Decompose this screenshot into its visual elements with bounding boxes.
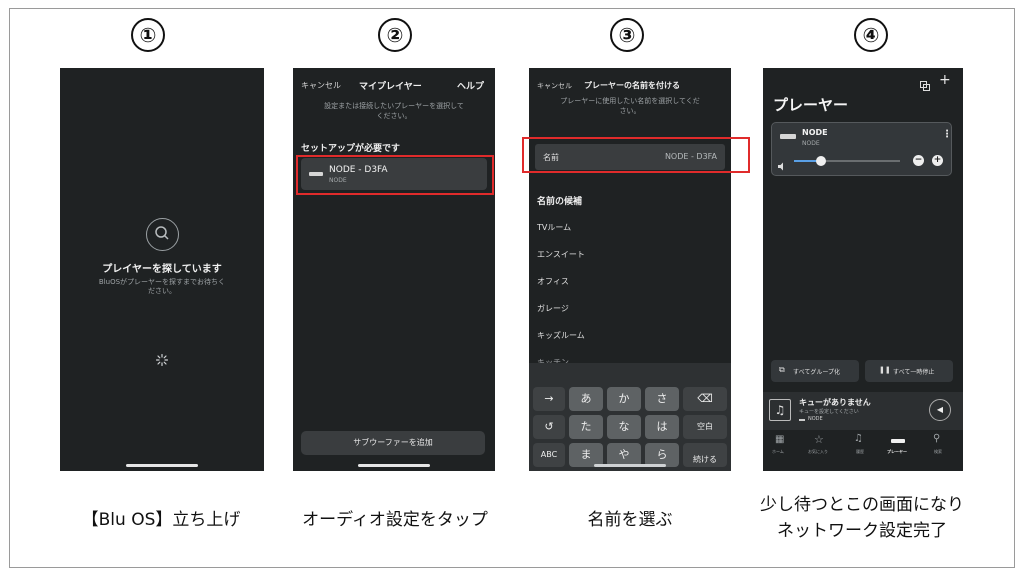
phone-screen-searching: プレイヤーを探しています BluOSがプレーヤーを探すまでお待ちく ださい。 — [60, 68, 264, 471]
group-all-button[interactable]: ⧉ すべてグループ化 — [771, 360, 859, 382]
searching-subtitle-2: ださい。 — [148, 287, 176, 295]
add-subwoofer-button[interactable]: サブウーファーを追加 — [301, 431, 485, 455]
home-indicator — [358, 464, 430, 467]
keyboard-key[interactable]: ABC — [533, 443, 565, 467]
group-all-label: すべてグループ化 — [793, 369, 840, 376]
player-model: NODE — [802, 140, 820, 147]
tab-favorites[interactable]: お気に入り — [808, 449, 828, 455]
search-icon: ⚲ — [933, 433, 941, 444]
volume-up-button[interactable]: + — [932, 155, 943, 166]
volume-icon[interactable]: ◀︎ — [929, 399, 951, 421]
group-icon: ⧉ — [779, 365, 785, 374]
keyboard-key[interactable]: → — [533, 387, 565, 411]
highlight-box — [296, 155, 494, 195]
search-icon — [146, 218, 179, 251]
tab-search[interactable]: 検索 — [934, 449, 942, 455]
continue-key[interactable]: 続ける — [683, 443, 727, 467]
keyboard-key[interactable]: さ — [645, 387, 679, 411]
player-device-icon — [780, 134, 796, 139]
keyboard-key[interactable]: な — [607, 415, 641, 439]
candidates-heading: 名前の候補 — [537, 197, 583, 207]
searching-title: プレイヤーを探しています — [102, 264, 222, 275]
candidate-item[interactable]: TVルーム — [537, 222, 571, 233]
step-number-4: ④ — [854, 18, 888, 52]
add-icon[interactable]: + — [939, 73, 951, 87]
help-button[interactable]: ヘルプ — [457, 79, 484, 92]
instruction-line-1: 設定または接続したいプレーヤーを選択して — [324, 102, 464, 110]
star-icon: ☆ — [814, 433, 824, 446]
screen-title: マイプレイヤー — [359, 82, 422, 92]
space-key[interactable]: 空白 — [683, 415, 727, 439]
keyboard-key[interactable]: か — [607, 387, 641, 411]
more-options-icon[interactable]: ⋮ — [942, 129, 952, 140]
spinner-icon — [155, 351, 169, 367]
caption-step-4-line-2: ネットワーク設定完了 — [777, 521, 947, 541]
pause-icon: ❚❚ — [879, 366, 891, 374]
cancel-button[interactable]: キャンセル — [301, 80, 341, 91]
player-name: NODE — [802, 128, 828, 137]
player-card[interactable]: NODE NODE ⋮ − + — [771, 122, 952, 176]
music-note-icon: ♫ — [769, 399, 791, 421]
caption-step-1: 【Blu OS】立ち上げ — [81, 510, 241, 530]
phone-screen-name-player: キャンセル プレーヤーの名前を付ける プレーヤーに使用したい名前を選択してくだ … — [529, 68, 731, 471]
mini-player[interactable]: ♫ キューがありません キューを設定してください NODE ◀︎ — [763, 392, 963, 430]
highlight-box — [522, 137, 750, 173]
caption-step-3: 名前を選ぶ — [587, 510, 673, 530]
step-number-3: ③ — [610, 18, 644, 52]
candidate-item[interactable]: ガレージ — [537, 303, 569, 314]
group-icon[interactable] — [920, 76, 930, 91]
keyboard-key[interactable]: た — [569, 415, 603, 439]
keyboard-key[interactable]: あ — [569, 387, 603, 411]
home-icon: ▦ — [775, 434, 785, 445]
speaker-icon — [778, 156, 787, 171]
section-heading: セットアップが必要です — [301, 144, 401, 154]
screen-title: プレーヤー — [773, 96, 849, 114]
candidate-item[interactable]: キッズルーム — [537, 330, 585, 341]
home-indicator — [594, 464, 666, 467]
keyboard-key[interactable]: は — [645, 415, 679, 439]
phone-screen-my-players: キャンセル マイプレイヤー ヘルプ 設定または接続したいプレーヤーを選択して く… — [293, 68, 495, 471]
device-icon — [799, 419, 805, 421]
pause-all-button[interactable]: ❚❚ すべて一時停止 — [865, 360, 953, 382]
screen-title: プレーヤーの名前を付ける — [584, 81, 680, 90]
keyboard-key[interactable]: ↺ — [533, 415, 565, 439]
cancel-button[interactable]: キャンセル — [537, 81, 572, 91]
candidate-item[interactable]: オフィス — [537, 276, 569, 287]
backspace-key[interactable]: ⌫ — [683, 387, 727, 411]
home-indicator — [126, 464, 198, 467]
queue-player: NODE — [808, 416, 823, 422]
pause-all-label: すべて一時停止 — [893, 369, 935, 376]
caption-step-4-line-1: 少し待つとこの画面になり — [760, 495, 964, 515]
player-tab-icon — [891, 439, 905, 443]
step-number-2: ② — [378, 18, 412, 52]
queue-title: キューがありません — [799, 398, 871, 407]
instruction-line-2: ください。 — [376, 112, 412, 120]
volume-knob[interactable] — [815, 156, 826, 166]
tab-players[interactable]: プレーヤー — [887, 449, 907, 455]
phone-screen-players: + プレーヤー NODE NODE ⋮ − + ⧉ すべてグループ化 ❚❚ すべ… — [763, 68, 963, 471]
queue-subtitle: キューを設定してください — [799, 409, 859, 415]
caption-step-2: オーディオ設定をタップ — [302, 510, 488, 530]
tab-bar: ▦ ホーム ☆ お気に入り ♫ 履歴 プレーヤー ⚲ 検索 — [763, 430, 963, 471]
volume-slider[interactable] — [794, 156, 900, 166]
keyboard: → あ か さ ⌫ ↺ た な は 空白 ABC ま や ら 続ける — [529, 363, 731, 471]
tab-history[interactable]: 履歴 — [856, 449, 864, 455]
volume-down-button[interactable]: − — [913, 155, 924, 166]
step-number-1: ① — [131, 18, 165, 52]
instruction-line-2: さい。 — [619, 107, 641, 115]
history-icon: ♫ — [854, 433, 863, 444]
tab-home[interactable]: ホーム — [772, 449, 784, 455]
candidate-item[interactable]: エンスイート — [537, 249, 585, 260]
instruction-line-1: プレーヤーに使用したい名前を選択してくだ — [560, 97, 700, 105]
